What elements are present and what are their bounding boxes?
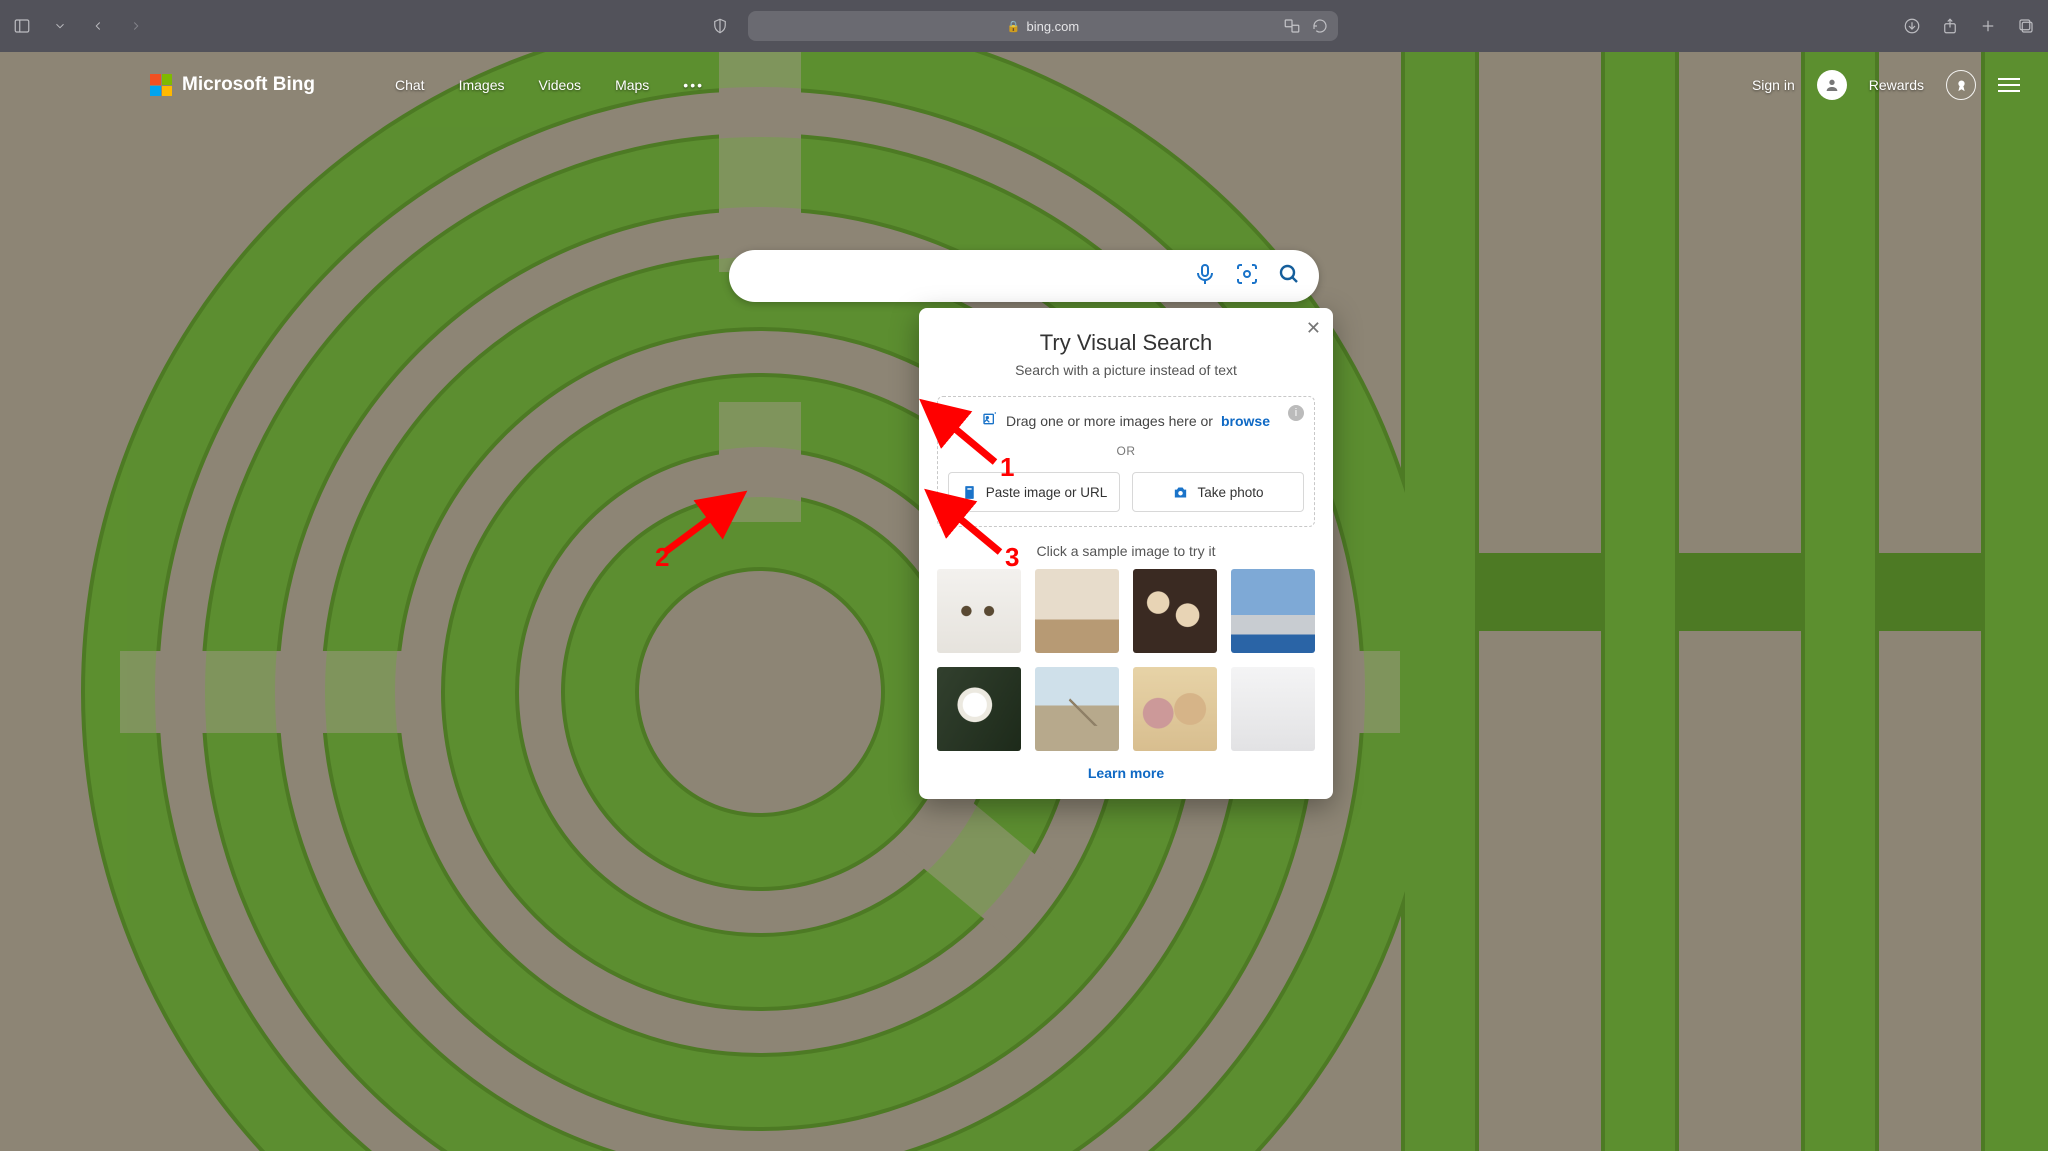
address-bar[interactable]: 🔒 bing.com [748,11,1338,41]
rewards-link[interactable]: Rewards [1869,77,1924,93]
sample-hint: Click a sample image to try it [937,543,1315,559]
visual-search-title: Try Visual Search [937,330,1315,356]
avatar-icon[interactable] [1817,70,1847,100]
paste-url-button[interactable]: Paste image or URL [948,472,1120,512]
share-icon[interactable] [1940,16,1960,36]
image-drop-icon [982,411,998,430]
toolbar-menu-chevron-icon[interactable] [50,16,70,36]
lock-icon: 🔒 [1007,20,1021,33]
search-bar [729,250,1319,302]
sample-image[interactable] [1133,569,1217,653]
info-icon[interactable]: i [1288,405,1304,421]
nav-link-videos[interactable]: Videos [539,77,582,93]
close-icon[interactable]: ✕ [1306,318,1321,339]
browser-toolbar: 🔒 bing.com [0,0,2048,52]
nav-more-icon[interactable]: ••• [683,77,704,93]
sample-image[interactable] [1035,569,1119,653]
brand-text: Microsoft Bing [182,74,315,96]
sample-grid [937,569,1315,751]
nav-link-images[interactable]: Images [459,77,505,93]
search-input[interactable] [755,267,1193,285]
search-icon[interactable] [1277,262,1301,291]
address-host: bing.com [1026,19,1079,34]
visual-search-panel: ✕ Try Visual Search Search with a pictur… [919,308,1333,799]
sample-image[interactable] [937,569,1021,653]
drop-text: Drag one or more images here or [1006,413,1213,429]
bing-nav: Microsoft Bing Chat Images Videos Maps •… [0,70,2048,100]
mic-icon[interactable] [1193,262,1217,291]
drop-zone[interactable]: i Drag one or more images here or browse… [937,396,1315,527]
visual-search-subtitle: Search with a picture instead of text [937,362,1315,378]
hero: Microsoft Bing Chat Images Videos Maps •… [0,52,2048,1151]
hamburger-icon[interactable] [1998,78,2020,92]
learn-more-link[interactable]: Learn more [1088,765,1164,781]
shield-icon[interactable] [710,16,730,36]
new-tab-icon[interactable] [1978,16,1998,36]
bing-logo[interactable]: Microsoft Bing [150,74,315,96]
tabs-icon[interactable] [2016,16,2036,36]
sidebar-toggle-icon[interactable] [12,16,32,36]
paste-url-label: Paste image or URL [986,485,1108,500]
sample-image[interactable] [1231,667,1315,751]
sample-image[interactable] [1133,667,1217,751]
nav-link-maps[interactable]: Maps [615,77,649,93]
downloads-icon[interactable] [1902,16,1922,36]
visual-search-icon[interactable] [1235,262,1259,291]
back-icon[interactable] [88,16,108,36]
translate-icon[interactable] [1282,16,1302,36]
sample-image[interactable] [937,667,1021,751]
rewards-badge-icon[interactable] [1946,70,1976,100]
browse-link[interactable]: browse [1221,413,1270,429]
sample-image[interactable] [1231,569,1315,653]
forward-icon[interactable] [126,16,146,36]
signin-link[interactable]: Sign in [1752,77,1795,93]
take-photo-button[interactable]: Take photo [1132,472,1304,512]
or-divider: OR [948,444,1304,458]
reload-icon[interactable] [1310,16,1330,36]
nav-link-chat[interactable]: Chat [395,77,425,93]
take-photo-label: Take photo [1197,485,1263,500]
sample-image[interactable] [1035,667,1119,751]
microsoft-logo-icon [150,74,172,96]
nav-links: Chat Images Videos Maps [395,77,649,93]
